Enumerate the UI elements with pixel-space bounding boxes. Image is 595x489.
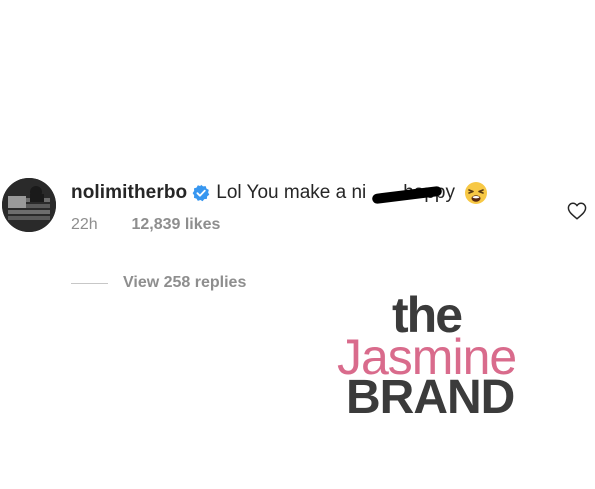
comment-time[interactable]: 22h [71, 216, 127, 234]
avatar[interactable] [2, 178, 56, 232]
weary-face-emoji-icon [464, 182, 487, 204]
comment-line: nolimitherbo Lol You make a ni happy [71, 180, 488, 206]
username-link[interactable]: nolimitherbo [71, 180, 187, 206]
likes-count[interactable]: 12,839 likes [131, 216, 220, 233]
replies-divider [71, 283, 108, 284]
view-replies-button[interactable]: View 258 replies [123, 274, 246, 292]
verified-badge-icon [192, 184, 210, 202]
flag-avatar-image [2, 178, 56, 232]
comment-text: Lol You make a ni happy [216, 180, 455, 206]
watermark-brand: BRAND [346, 371, 515, 424]
heart-outline-icon[interactable] [567, 202, 587, 220]
comment-meta: 22h 12,839 likes [71, 216, 220, 234]
